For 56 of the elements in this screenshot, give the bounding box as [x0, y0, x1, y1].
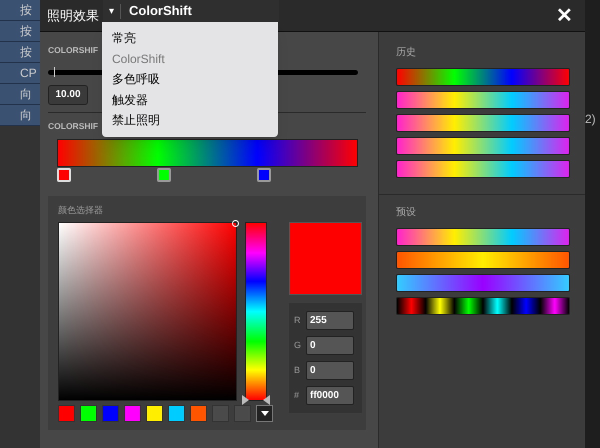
value-field[interactable]: 0 [306, 361, 354, 380]
background-text: 2) [585, 111, 596, 128]
section-title: 历史 [396, 46, 417, 60]
duration-field[interactable]: 10.00 [48, 84, 88, 105]
saturation-area[interactable] [58, 222, 237, 401]
value-field[interactable]: ff0000 [306, 386, 354, 405]
color-swatch[interactable] [80, 405, 97, 422]
gradient-preset[interactable] [396, 274, 570, 292]
close-button[interactable]: ✕ [556, 6, 573, 26]
hue-handle-icon[interactable] [242, 395, 270, 405]
effect-label: 照明效果 [47, 6, 100, 25]
slider-handle[interactable] [54, 66, 56, 77]
menu-item[interactable]: 多色呼吸 [102, 69, 278, 90]
effect-dropdown[interactable]: ▾ ColorShift [103, 0, 279, 22]
menu-item[interactable]: 禁止照明 [102, 110, 278, 130]
list-row[interactable]: 按 [0, 21, 40, 42]
color-stop[interactable] [157, 168, 171, 182]
color-swatch[interactable] [102, 405, 119, 422]
menu-item[interactable]: ColorShift [102, 48, 278, 69]
gradient-preset[interactable] [396, 160, 570, 178]
list-row[interactable]: 按 [0, 42, 40, 63]
gradient-bar[interactable] [57, 138, 358, 166]
menu-item[interactable]: 常亮 [102, 28, 278, 48]
swatch-menu-button[interactable] [256, 405, 273, 422]
value-field[interactable]: 255 [306, 311, 354, 330]
color-swatch[interactable] [168, 405, 185, 422]
gradient-preset[interactable] [396, 68, 570, 86]
picker-title: 颜色选择器 [58, 204, 104, 216]
menu-item[interactable]: 触发器 [102, 90, 278, 110]
picker-cursor[interactable] [232, 220, 239, 227]
color-swatch[interactable] [190, 405, 207, 422]
color-swatch[interactable] [146, 405, 163, 422]
list-row[interactable]: 按 [0, 0, 40, 21]
gradient-preset[interactable] [396, 91, 570, 109]
field-label: # [294, 388, 300, 402]
field-label: G [294, 338, 302, 352]
color-swatch[interactable] [124, 405, 141, 422]
gradient-preset[interactable] [396, 137, 570, 155]
section-title: 预设 [396, 206, 417, 220]
color-swatch[interactable] [234, 405, 251, 422]
color-swatch[interactable] [58, 405, 75, 422]
section-label: COLORSHIF [48, 44, 98, 57]
hue-bar[interactable] [245, 222, 267, 401]
value-field[interactable]: 0 [306, 336, 354, 355]
field-label: R [294, 314, 302, 327]
gradient-preset[interactable] [396, 251, 570, 269]
list-row[interactable]: CP [0, 63, 40, 84]
color-stop[interactable] [257, 168, 271, 182]
list-row[interactable]: 向 [0, 84, 40, 105]
caret-icon [260, 411, 268, 416]
section-label: COLORSHIF [48, 120, 98, 132]
gradient-preset[interactable] [396, 297, 570, 315]
gradient-preset[interactable] [396, 114, 570, 132]
field-label: B [294, 364, 302, 377]
gradient-preset[interactable] [396, 228, 570, 246]
list-row[interactable]: 向 [0, 105, 40, 126]
